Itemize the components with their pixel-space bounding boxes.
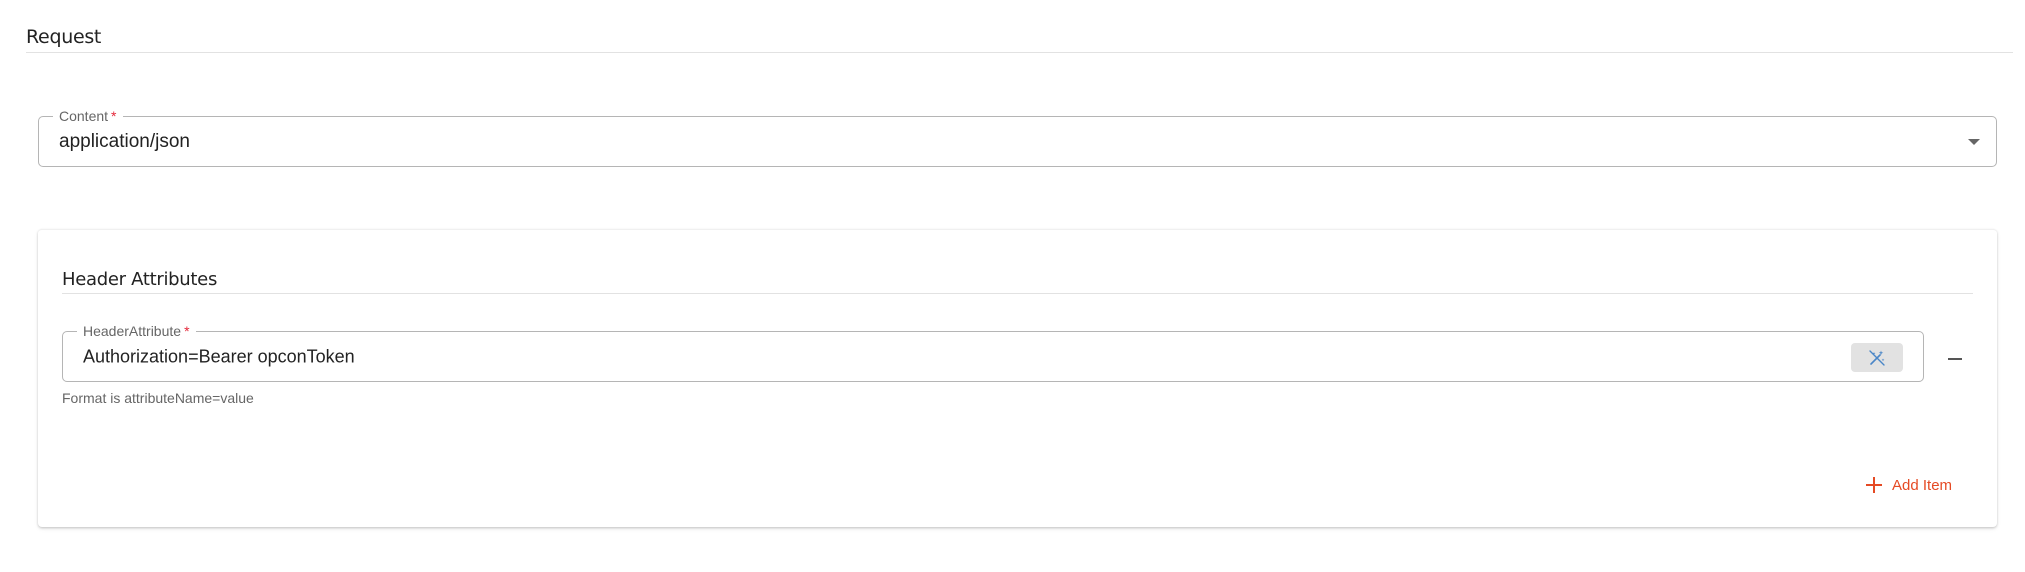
magic-wand-icon <box>1869 349 1885 366</box>
header-attributes-divider <box>62 293 1973 294</box>
header-attribute-helper: Format is attributeName=value <box>62 390 254 406</box>
required-mark: * <box>184 323 190 339</box>
caret-down-icon[interactable] <box>1968 139 1980 145</box>
minus-icon <box>1948 358 1962 360</box>
content-label: Content * <box>53 107 123 125</box>
content-label-text: Content <box>59 108 109 124</box>
header-attribute-label: HeaderAttribute * <box>77 322 196 340</box>
request-section-divider <box>26 52 2013 53</box>
add-item-label: Add Item <box>1892 476 1953 494</box>
header-attribute-field[interactable]: HeaderAttribute * Authorization=Bearer op… <box>62 322 1924 382</box>
content-value: application/json <box>59 130 190 152</box>
header-attribute-label-text: HeaderAttribute <box>83 323 182 339</box>
add-item-button[interactable]: Add Item <box>1866 470 1952 500</box>
header-attributes-card: Header Attributes HeaderAttribute * Autho… <box>38 229 1997 527</box>
header-attribute-input[interactable]: Authorization=Bearer opconToken <box>83 346 355 367</box>
content-select[interactable]: Content * application/json <box>38 107 1997 167</box>
request-section-title: Request <box>26 26 102 48</box>
remove-item-button[interactable] <box>1940 342 1970 372</box>
magic-wand-button[interactable] <box>1851 343 1903 372</box>
header-attributes-title: Header Attributes <box>62 269 218 290</box>
plus-icon <box>1866 477 1882 493</box>
required-mark: * <box>111 108 117 124</box>
